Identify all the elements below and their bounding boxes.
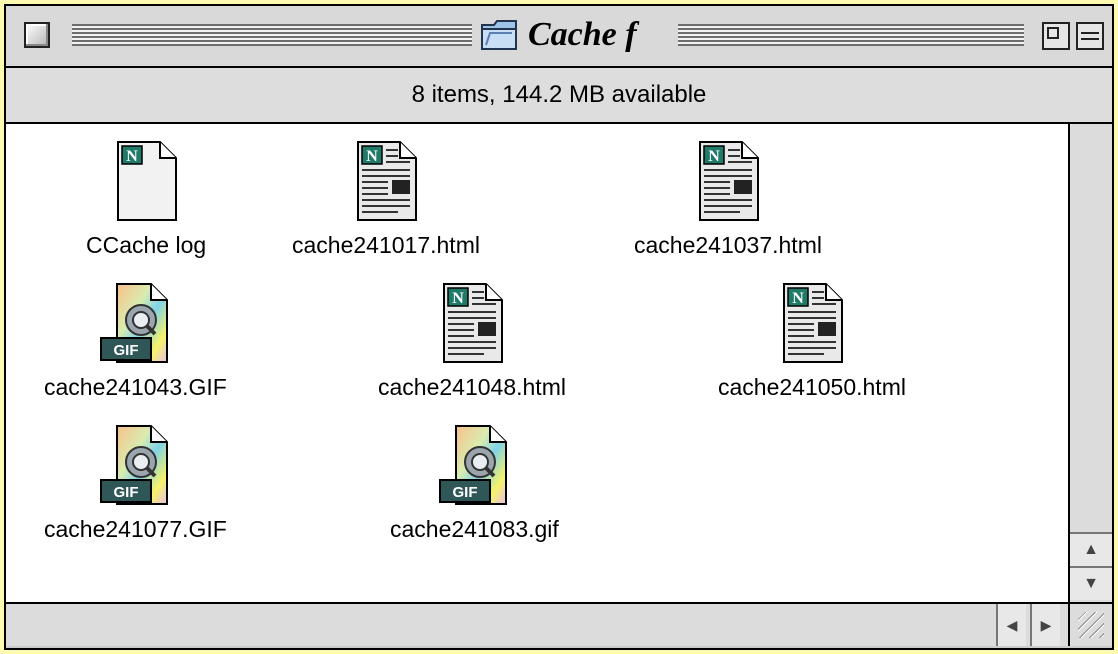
netscape-badge: N xyxy=(708,148,720,165)
quicktime-gif-icon: GIF xyxy=(439,425,508,505)
file-label[interactable]: cache241017.html xyxy=(292,232,480,259)
file-item-cache241017-html[interactable]: N cache241017.html xyxy=(292,138,480,259)
netscape-document-icon: N xyxy=(117,141,178,221)
netscape-html-icon: N xyxy=(698,141,759,221)
icon-view[interactable]: N CCache log N cache241017.html N cache2… xyxy=(6,124,1068,602)
scroll-right-button[interactable]: ▶ xyxy=(1030,604,1060,646)
triangle-left-icon: ◀ xyxy=(1006,616,1018,633)
folder-icon xyxy=(481,20,517,50)
file-label[interactable]: cache241048.html xyxy=(378,374,566,401)
vertical-scrollbar[interactable]: ▲ ▼ xyxy=(1068,124,1112,602)
triangle-up-icon: ▲ xyxy=(1083,541,1099,558)
resize-grip-icon[interactable] xyxy=(1068,602,1112,646)
file-label[interactable]: CCache log xyxy=(86,232,206,259)
gif-badge: GIF xyxy=(114,342,139,359)
gif-badge: GIF xyxy=(114,484,139,501)
window-info-header: 8 items, 144.2 MB available xyxy=(6,68,1112,124)
file-item-cache241043-gif[interactable]: GIF cache241043.GIF xyxy=(44,280,227,401)
finder-window: Cache f 8 items, 144.2 MB available N CC… xyxy=(4,4,1114,650)
file-item-cache241037-html[interactable]: N cache241037.html xyxy=(634,138,822,259)
triangle-down-icon: ▼ xyxy=(1083,575,1099,592)
scroll-down-button[interactable]: ▼ xyxy=(1070,566,1112,600)
netscape-html-icon: N xyxy=(356,141,417,221)
file-label[interactable]: cache241050.html xyxy=(718,374,906,401)
collapse-box[interactable] xyxy=(1076,22,1104,50)
file-item-cache241083-gif[interactable]: GIF cache241083.gif xyxy=(390,422,559,543)
quicktime-gif-icon: GIF xyxy=(100,425,169,505)
quicktime-gif-icon: GIF xyxy=(100,283,169,363)
file-label[interactable]: cache241037.html xyxy=(634,232,822,259)
netscape-badge: N xyxy=(452,290,464,307)
window-title: Cache f xyxy=(528,16,637,53)
file-item-cache241048-html[interactable]: N cache241048.html xyxy=(378,280,566,401)
netscape-badge: N xyxy=(126,148,138,165)
netscape-badge: N xyxy=(366,148,378,165)
close-box[interactable] xyxy=(24,22,50,48)
zoom-box[interactable] xyxy=(1042,22,1070,50)
netscape-badge: N xyxy=(792,290,804,307)
items-available-text: 8 items, 144.2 MB available xyxy=(411,81,707,108)
title-stripes-left xyxy=(72,24,472,46)
file-item-cache241077-gif[interactable]: GIF cache241077.GIF xyxy=(44,422,227,543)
file-label[interactable]: cache241077.GIF xyxy=(44,516,227,543)
file-item-cache241050-html[interactable]: N cache241050.html xyxy=(718,280,906,401)
title-bar[interactable]: Cache f xyxy=(6,6,1112,68)
scroll-up-button[interactable]: ▲ xyxy=(1070,532,1112,566)
gif-badge: GIF xyxy=(453,484,478,501)
horizontal-scrollbar[interactable]: ◀ ▶ xyxy=(6,602,1068,646)
netscape-html-icon: N xyxy=(442,283,503,363)
window-title-group: Cache f xyxy=(480,16,670,53)
file-label[interactable]: cache241083.gif xyxy=(390,516,559,543)
scroll-left-button[interactable]: ◀ xyxy=(996,604,1026,646)
file-label[interactable]: cache241043.GIF xyxy=(44,374,227,401)
file-item-ccache-log[interactable]: N CCache log xyxy=(86,138,206,259)
triangle-right-icon: ▶ xyxy=(1040,616,1052,633)
netscape-html-icon: N xyxy=(782,283,843,363)
title-stripes-right xyxy=(678,24,1024,46)
